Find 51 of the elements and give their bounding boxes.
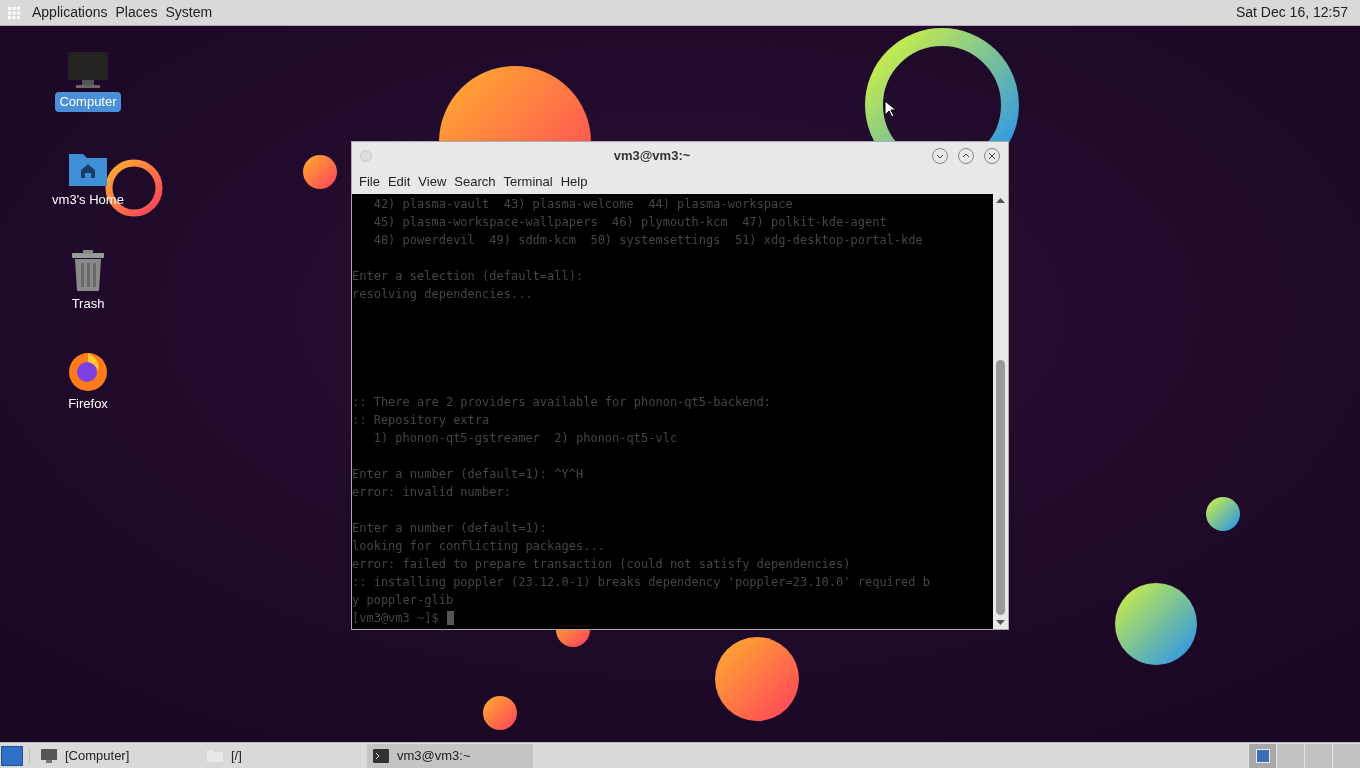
app-grid-icon bbox=[8, 6, 20, 19]
terminal-line: Enter a number (default=1): ^Y^H bbox=[352, 466, 584, 483]
close-icon bbox=[988, 152, 996, 160]
terminal-line: error: failed to prepare transaction (could not satisfy dependencies) bbox=[352, 556, 851, 573]
terminal-icon bbox=[373, 748, 389, 763]
terminal-line: y poppler-glib bbox=[352, 592, 454, 609]
menu-item[interactable]: Terminal bbox=[500, 172, 556, 192]
terminal-line: 45) plasma-workspace-wallpapers 46) plymouth-kcm 47) polkit-kde-agent bbox=[372, 214, 887, 231]
panel-menu[interactable]: Places bbox=[111, 2, 162, 23]
terminal-prompt: [vm3@vm3 ~]$ bbox=[352, 610, 439, 627]
trash-icon bbox=[70, 250, 106, 292]
terminal-line: resolving dependencies... bbox=[352, 286, 533, 303]
scroll-up-icon[interactable] bbox=[996, 197, 1005, 203]
menu-item[interactable]: Help bbox=[557, 172, 591, 192]
monitor-icon bbox=[41, 748, 57, 763]
workspace-switcher-cell[interactable] bbox=[1304, 743, 1332, 768]
menu-item[interactable]: View bbox=[415, 172, 450, 192]
clock[interactable]: Sat Dec 16, 12:57 bbox=[1235, 2, 1352, 23]
terminal-line: looking for conflicting packages... bbox=[352, 538, 605, 555]
terminal-line: :: There are 2 providers available for phonon-qt5-backend: bbox=[352, 394, 772, 411]
chevron-down-icon bbox=[936, 152, 944, 160]
terminal-line: 48) powerdevil 49) sddm-kcm 50) systemsettings 51) xdg-desktop-portal-kde bbox=[372, 232, 923, 249]
menu-item[interactable]: Edit bbox=[384, 172, 414, 192]
terminal-line: 42) plasma-vault 43) plasma-welcome 44) plasma-workspace bbox=[372, 196, 793, 213]
workspace-switcher-cell[interactable] bbox=[1276, 743, 1304, 768]
scroll-down-icon[interactable] bbox=[996, 620, 1005, 626]
terminal-line: :: Repository extra bbox=[352, 412, 490, 429]
menu-item[interactable]: Search bbox=[451, 172, 499, 192]
menu-item[interactable]: File bbox=[356, 172, 383, 192]
terminal-line: Enter a number (default=1): bbox=[352, 520, 548, 537]
text-cursor bbox=[446, 611, 454, 625]
panel-menu[interactable]: System bbox=[161, 2, 217, 23]
scrollbar[interactable] bbox=[993, 194, 1008, 629]
taskbar-button[interactable]: [Computer] bbox=[35, 743, 201, 768]
show-desktop-icon[interactable] bbox=[1, 745, 23, 766]
monitor-icon bbox=[66, 50, 110, 90]
terminal-line: :: installing poppler (23.12.0-1) breaks dependency 'poppler=23.10.0' required b bbox=[352, 574, 930, 591]
terminal-line: error: invalid number: bbox=[352, 484, 511, 501]
taskbar-button[interactable]: vm3@vm3:~ bbox=[367, 743, 533, 768]
chevron-up-icon bbox=[962, 152, 970, 160]
terminal-line: 1) phonon-qt5-gstreamer 2) phonon-qt5-vlc bbox=[372, 430, 678, 447]
window-title: vm3@vm3:~ bbox=[612, 147, 692, 166]
taskbar-button[interactable]: [/] bbox=[201, 743, 367, 768]
desktop-icon-label[interactable]: Trash bbox=[67, 294, 109, 314]
terminal-line: Enter a selection (default=all): bbox=[352, 268, 584, 285]
firefox-icon bbox=[67, 350, 109, 392]
panel-menu[interactable]: Applications bbox=[28, 2, 112, 23]
desktop-icon-label[interactable]: Firefox bbox=[64, 394, 112, 414]
mouse-pointer-icon bbox=[884, 100, 896, 118]
workspace-switcher-cell[interactable] bbox=[1332, 743, 1360, 768]
workspace-switcher-cell[interactable] bbox=[1248, 743, 1276, 768]
